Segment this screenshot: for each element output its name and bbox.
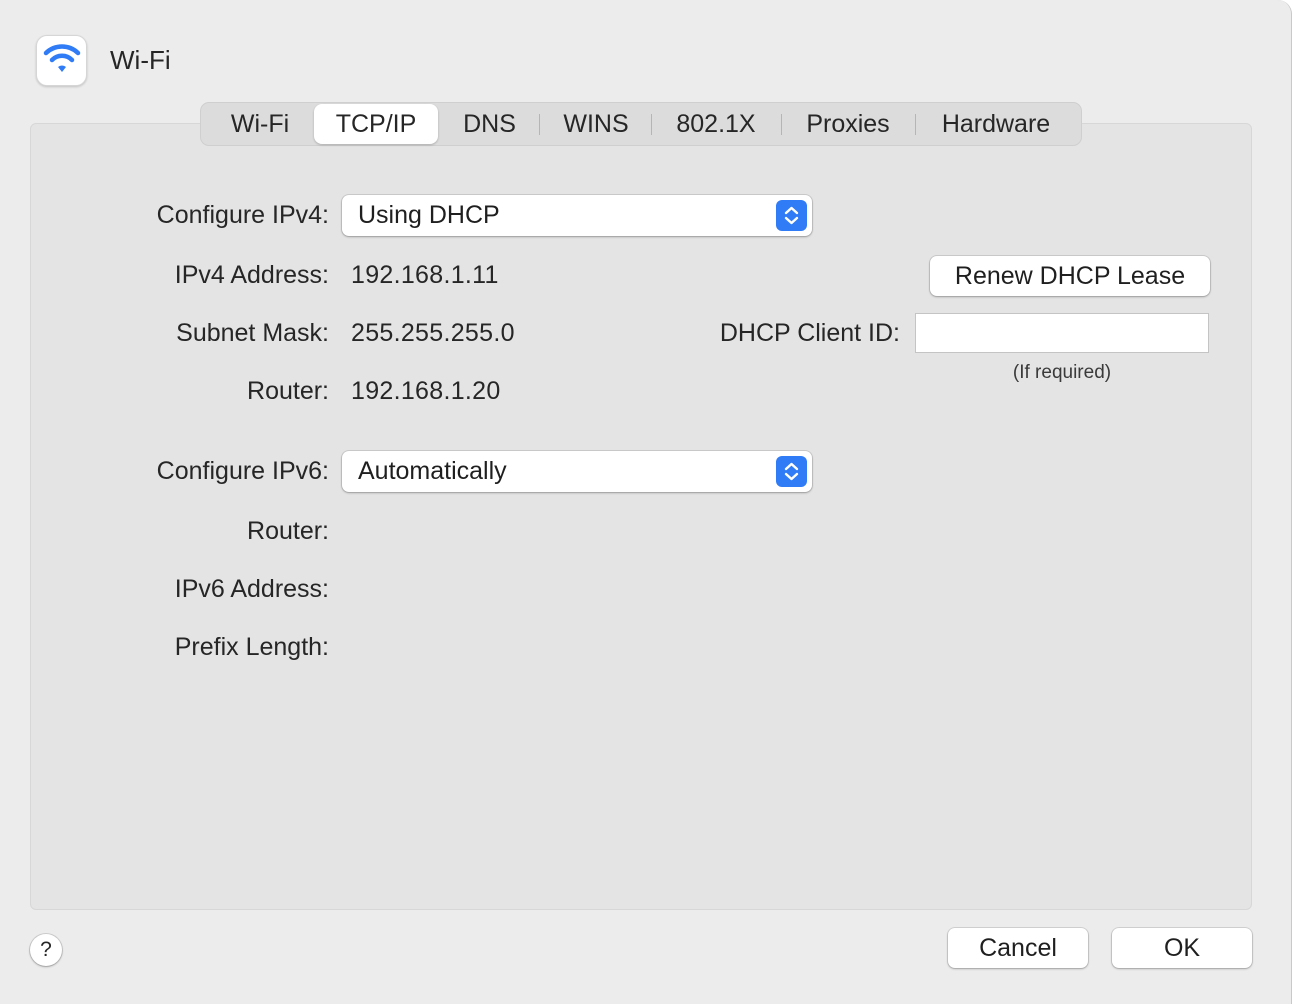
dhcp-client-id-label: DHCP Client ID:: [719, 319, 900, 347]
tab-wins[interactable]: WINS: [542, 103, 650, 145]
tab-bar: Wi-Fi TCP/IP DNS WINS 802.1X Proxies Har…: [200, 102, 1082, 146]
ipv4-router-label: Router:: [247, 377, 329, 405]
renew-dhcp-lease-button[interactable]: Renew DHCP Lease: [930, 256, 1210, 296]
tab-separator: [539, 114, 540, 135]
tab-dns[interactable]: DNS: [443, 103, 536, 145]
configure-ipv4-value: Using DHCP: [358, 201, 500, 229]
help-button[interactable]: ?: [30, 934, 62, 966]
wifi-icon: [43, 44, 81, 72]
tab-wifi[interactable]: Wi-Fi: [207, 103, 313, 145]
prefix-length-label: Prefix Length:: [174, 633, 329, 661]
dhcp-client-id-hint: (If required): [1012, 362, 1112, 383]
network-settings-sheet: Wi-Fi Wi-Fi TCP/IP DNS WINS 802.1X Proxi…: [0, 0, 1292, 1004]
tab-802-1x[interactable]: 802.1X: [653, 103, 779, 145]
ok-button[interactable]: OK: [1112, 928, 1252, 968]
tab-separator: [651, 114, 652, 135]
configure-ipv6-label: Configure IPv6:: [156, 457, 329, 485]
popup-chevrons-icon: [776, 456, 807, 487]
wifi-app-icon: [36, 35, 87, 86]
configure-ipv4-popup[interactable]: Using DHCP: [342, 195, 812, 236]
subnet-mask-value: 255.255.255.0: [351, 319, 515, 347]
ipv4-address-label: IPv4 Address:: [174, 261, 329, 289]
tab-proxies[interactable]: Proxies: [783, 103, 913, 145]
tab-separator: [915, 114, 916, 135]
ipv4-router-value: 192.168.1.20: [351, 377, 501, 405]
tab-separator: [781, 114, 782, 135]
subnet-mask-label: Subnet Mask:: [176, 319, 329, 347]
ipv4-address-value: 192.168.1.11: [351, 261, 499, 289]
tab-tcp-ip[interactable]: TCP/IP: [314, 104, 438, 144]
configure-ipv4-label: Configure IPv4:: [156, 201, 329, 229]
ipv6-router-label: Router:: [247, 517, 329, 545]
dhcp-client-id-field[interactable]: [915, 313, 1209, 353]
configure-ipv6-value: Automatically: [358, 457, 507, 485]
window-title: Wi-Fi: [110, 45, 171, 75]
configure-ipv6-popup[interactable]: Automatically: [342, 451, 812, 492]
cancel-button[interactable]: Cancel: [948, 928, 1088, 968]
popup-chevrons-icon: [776, 200, 807, 231]
tab-hardware[interactable]: Hardware: [917, 103, 1075, 145]
ipv6-address-label: IPv6 Address:: [174, 575, 329, 603]
